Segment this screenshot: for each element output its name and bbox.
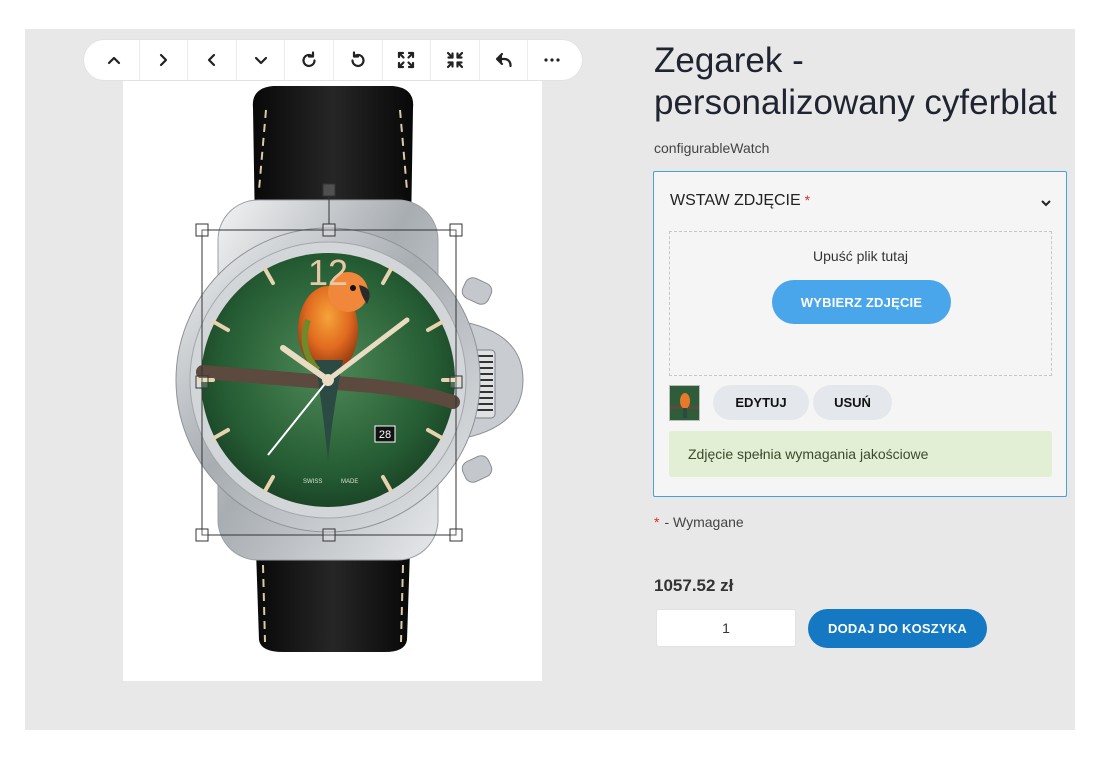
chevron-down-icon[interactable] [1040, 196, 1052, 208]
watch-illustration: 12 28 SWISS MADE [175, 86, 524, 652]
watch-preview-canvas[interactable]: 12 28 SWISS MADE [123, 80, 542, 681]
required-note-mark: * [654, 514, 660, 530]
more-button[interactable] [527, 40, 576, 80]
rotate-clockwise-button[interactable] [284, 40, 333, 80]
chevron-left-icon [207, 53, 216, 67]
move-up-button[interactable] [90, 40, 139, 80]
quality-message: Zdjęcie spełnia wymagania jakościowe [669, 431, 1052, 477]
undo-button[interactable] [478, 40, 528, 80]
edit-photo-button[interactable]: EDYTUJ [713, 385, 809, 420]
chevron-right-icon [160, 53, 168, 67]
option-label: WSTAW ZDJĘCIE [670, 192, 801, 209]
shrink-button[interactable] [430, 40, 479, 80]
expand-icon [398, 51, 415, 69]
rotate-counterclockwise-icon [351, 51, 365, 67]
dial-numeral-12: 12 [308, 252, 348, 293]
expand-button[interactable] [381, 40, 431, 80]
choose-photo-button[interactable]: WYBIERZ ZDJĘCIE [772, 280, 951, 324]
rotate-counterclockwise-button[interactable] [332, 40, 382, 80]
date-window: 28 [379, 429, 391, 441]
photo-option-panel: WSTAW ZDJĘCIE * Upuść plik tutaj WYBIERZ … [653, 171, 1067, 497]
required-mark: * [804, 192, 811, 208]
quantity-input[interactable] [656, 609, 796, 647]
move-down-button[interactable] [235, 40, 285, 80]
chevron-down-icon [254, 56, 267, 65]
move-right-button[interactable] [138, 40, 188, 80]
add-to-cart-button[interactable]: DODAJ DO KOSZYKA [808, 609, 987, 648]
image-editor-toolbar [84, 40, 582, 80]
drop-text: Upuść plik tutaj [813, 248, 908, 264]
product-price: 1057.52 zł [654, 576, 734, 595]
uploaded-photo-thumbnail [669, 385, 700, 421]
required-note-text: - Wymagane [664, 514, 744, 530]
required-note: * - Wymagane [654, 514, 744, 530]
option-header[interactable]: WSTAW ZDJĘCIE * [670, 192, 810, 210]
dial-text-right: MADE [341, 479, 358, 485]
product-title: Zegarek - personalizowany cyferblat [654, 41, 1057, 122]
remove-photo-button[interactable]: USUŃ [813, 385, 892, 420]
chevron-up-icon [108, 56, 121, 65]
shrink-icon [446, 51, 464, 69]
product-sku: configurableWatch [654, 140, 770, 156]
rotate-clockwise-icon [302, 51, 316, 67]
file-dropzone[interactable]: Upuść plik tutaj WYBIERZ ZDJĘCIE [669, 231, 1052, 376]
dial-text-left: SWISS [303, 479, 322, 485]
move-left-button[interactable] [187, 40, 236, 80]
undo-icon [495, 52, 512, 68]
more-dots-icon [544, 58, 560, 62]
